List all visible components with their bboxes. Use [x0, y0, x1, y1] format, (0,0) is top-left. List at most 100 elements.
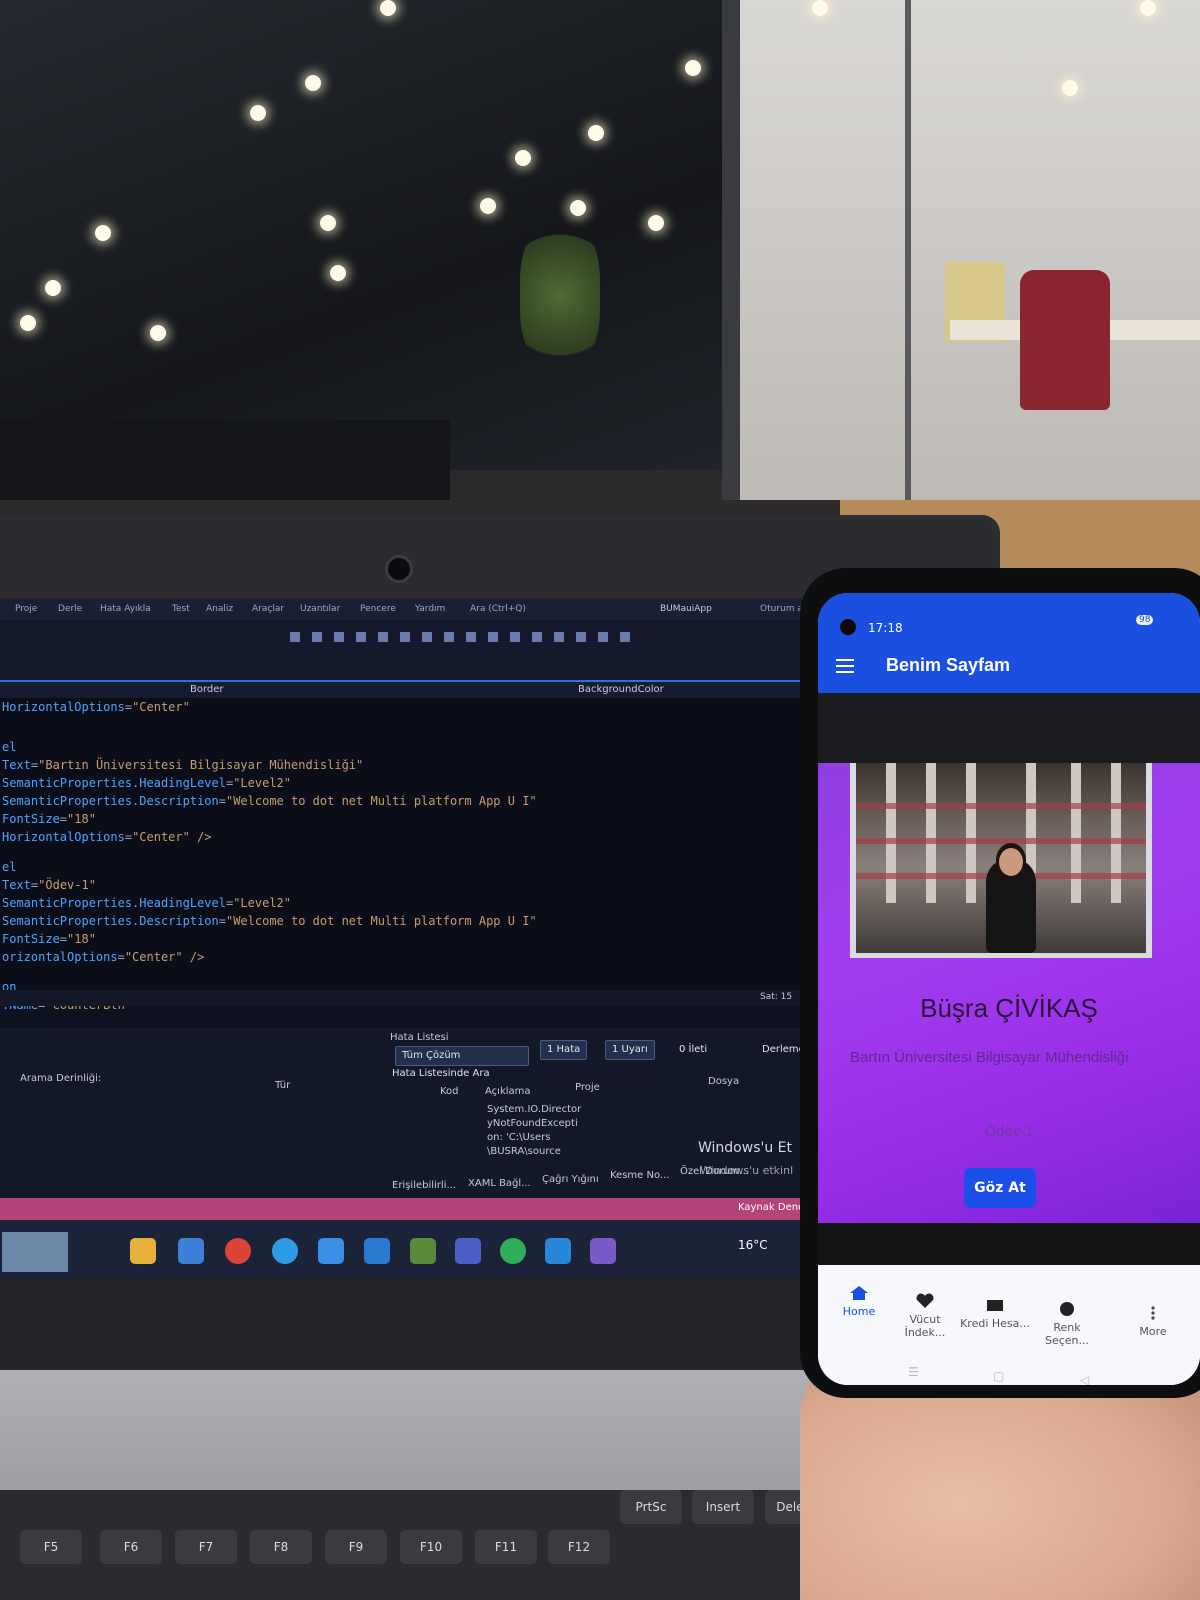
error-list-panel: Arama Derinliği: Tür Hata Listesi Tüm Çö… [0, 1028, 820, 1198]
keyboard-key[interactable]: F11 [475, 1530, 537, 1564]
tab-color-picker[interactable]: Renk Seçen... [1032, 1301, 1102, 1347]
heart-icon [916, 1293, 934, 1308]
code-value: "18" [67, 812, 96, 826]
toolbar-icons[interactable] [290, 632, 630, 642]
menu-item[interactable]: Araçlar [252, 604, 284, 614]
ceiling-light [250, 105, 266, 121]
code-line: SemanticProperties.Description="Welcome … [2, 794, 537, 808]
home-icon [850, 1286, 868, 1300]
visual-studio-icon[interactable] [455, 1238, 481, 1264]
code-editor[interactable]: HorizontalOptions="Center" el Text="Bartın… [0, 698, 820, 1012]
property-dropdown[interactable]: BackgroundColor [578, 684, 664, 695]
messages-filter-button[interactable]: 0 İleti [672, 1040, 714, 1060]
error-search-input[interactable]: Hata Listesinde Ara [392, 1068, 490, 1079]
keyboard-key[interactable]: F7 [175, 1530, 237, 1564]
ceiling-light [305, 75, 321, 91]
white-wall [740, 0, 1200, 500]
bottom-tab[interactable]: Kesme No... [610, 1170, 669, 1181]
tab-more[interactable]: More [1118, 1305, 1188, 1338]
bottom-tab[interactable]: Çağrı Yığını [542, 1174, 599, 1185]
warnings-filter-button[interactable]: 1 Uyarı [605, 1040, 655, 1060]
column-header[interactable]: Açıklama [485, 1086, 531, 1097]
code-value: "Welcome to dot net Multi platform App U… [225, 914, 537, 928]
laptop-screen: Proje Derle Hata Ayıkla Test Analiz Araç… [0, 598, 820, 1278]
scope-dropdown[interactable]: Tüm Çözüm [395, 1046, 529, 1066]
vs-toolbar [0, 620, 820, 680]
app-bar: Benim Sayfam [818, 635, 1200, 693]
errors-filter-button[interactable]: 1 Hata [540, 1040, 588, 1060]
code-line: SemanticProperties.HeadingLevel="Level2" [2, 896, 291, 910]
menu-item[interactable]: Derle [58, 604, 82, 614]
column-header[interactable]: Proje [575, 1082, 600, 1093]
keyboard-key[interactable]: Insert [692, 1490, 754, 1524]
tab-body-index[interactable]: Vücut İndek... [890, 1293, 960, 1339]
ceiling-light [380, 0, 396, 16]
source-control-button[interactable]: Kaynak Dene [738, 1202, 804, 1213]
clock: 17:18 [868, 621, 903, 635]
bottom-tab[interactable]: Özel Durum... [680, 1166, 749, 1177]
code-attribute: Text [2, 878, 31, 892]
keyboard-key[interactable]: F8 [250, 1530, 312, 1564]
column-header[interactable]: Dosya [708, 1076, 739, 1087]
vscode-icon[interactable] [364, 1238, 390, 1264]
bottom-tab[interactable]: XAML Bağl... [468, 1178, 531, 1189]
ceiling-light [20, 315, 36, 331]
browse-button[interactable]: Göz At [964, 1168, 1036, 1208]
keyboard-key[interactable]: F9 [325, 1530, 387, 1564]
tab-home[interactable]: Home [824, 1285, 894, 1318]
weather-widget[interactable]: 16°C [738, 1238, 768, 1252]
status-bar: 17:18 98 [818, 593, 1200, 635]
camera-cutout [840, 619, 856, 635]
search-box[interactable]: Ara (Ctrl+Q) [470, 604, 526, 614]
code-value: "Bartın Üniversitesi Bilgisayar Mühendis… [38, 758, 364, 772]
code-attribute: HorizontalOptions [2, 830, 125, 844]
profile-name: Büşra ÇİVİKAŞ [920, 993, 1098, 1023]
mail-icon[interactable] [318, 1238, 344, 1264]
keyboard-key[interactable]: F6 [100, 1530, 162, 1564]
app-icon[interactable] [590, 1238, 616, 1264]
code-value: "Ödev-1" [38, 878, 96, 892]
xbox-icon[interactable] [500, 1238, 526, 1264]
edge-icon[interactable] [272, 1238, 298, 1264]
tab-label: Vücut İndek... [904, 1313, 946, 1339]
menu-item[interactable]: Yardım [415, 604, 445, 614]
tab-credit[interactable]: Kredi Hesa... [960, 1297, 1030, 1330]
menu-item[interactable]: Analiz [206, 604, 233, 614]
back-icon[interactable]: ◁ [1080, 1373, 1089, 1385]
keyboard-key[interactable]: F12 [548, 1530, 610, 1564]
store-icon[interactable] [178, 1238, 204, 1264]
home-nav-icon[interactable]: ▢ [993, 1369, 1004, 1383]
bottom-tab[interactable]: Erişilebilirli... [392, 1180, 456, 1191]
menu-item[interactable]: Hata Ayıkla [100, 604, 151, 614]
menu-item[interactable]: Pencere [360, 604, 396, 614]
keyboard-key[interactable]: PrtSc [620, 1490, 682, 1524]
error-description: on: 'C:\Users [487, 1132, 551, 1143]
menu-item[interactable]: Uzantılar [300, 604, 340, 614]
menu-item[interactable]: Proje [15, 604, 37, 614]
battery-icon: 98 [1136, 615, 1154, 625]
ceiling-light [1140, 0, 1156, 16]
solution-name: BUMauiApp [660, 604, 712, 614]
editor-scrollbar[interactable]: Sat: 15 [0, 990, 820, 1006]
assignment-label: Ödev-1 [984, 1123, 1034, 1140]
media-icon[interactable] [545, 1238, 571, 1264]
keyboard-key[interactable]: F10 [400, 1530, 462, 1564]
menu-icon[interactable] [818, 635, 878, 693]
bottom-tab-bar: Home Vücut İndek... Kredi Hesa... Renk S… [818, 1265, 1200, 1385]
code-line: SemanticProperties.HeadingLevel="Level2" [2, 776, 291, 790]
app-icon[interactable] [410, 1238, 436, 1264]
keyboard-key[interactable]: F5 [20, 1530, 82, 1564]
recents-icon[interactable]: ☰ [908, 1365, 919, 1379]
chrome-icon[interactable] [225, 1238, 251, 1264]
element-dropdown[interactable]: Border [190, 684, 224, 695]
ceiling-light [588, 125, 604, 141]
column-header[interactable]: Kod [440, 1086, 459, 1097]
vs-status-bar: Kaynak Dene [0, 1198, 820, 1220]
glass-partition [0, 0, 740, 470]
code-attribute: Text [2, 758, 31, 772]
menu-item[interactable]: Test [172, 604, 190, 614]
file-explorer-icon[interactable] [130, 1238, 156, 1264]
tab-label: More [1139, 1325, 1167, 1338]
window-frame [722, 0, 740, 500]
ceiling-light [570, 200, 586, 216]
